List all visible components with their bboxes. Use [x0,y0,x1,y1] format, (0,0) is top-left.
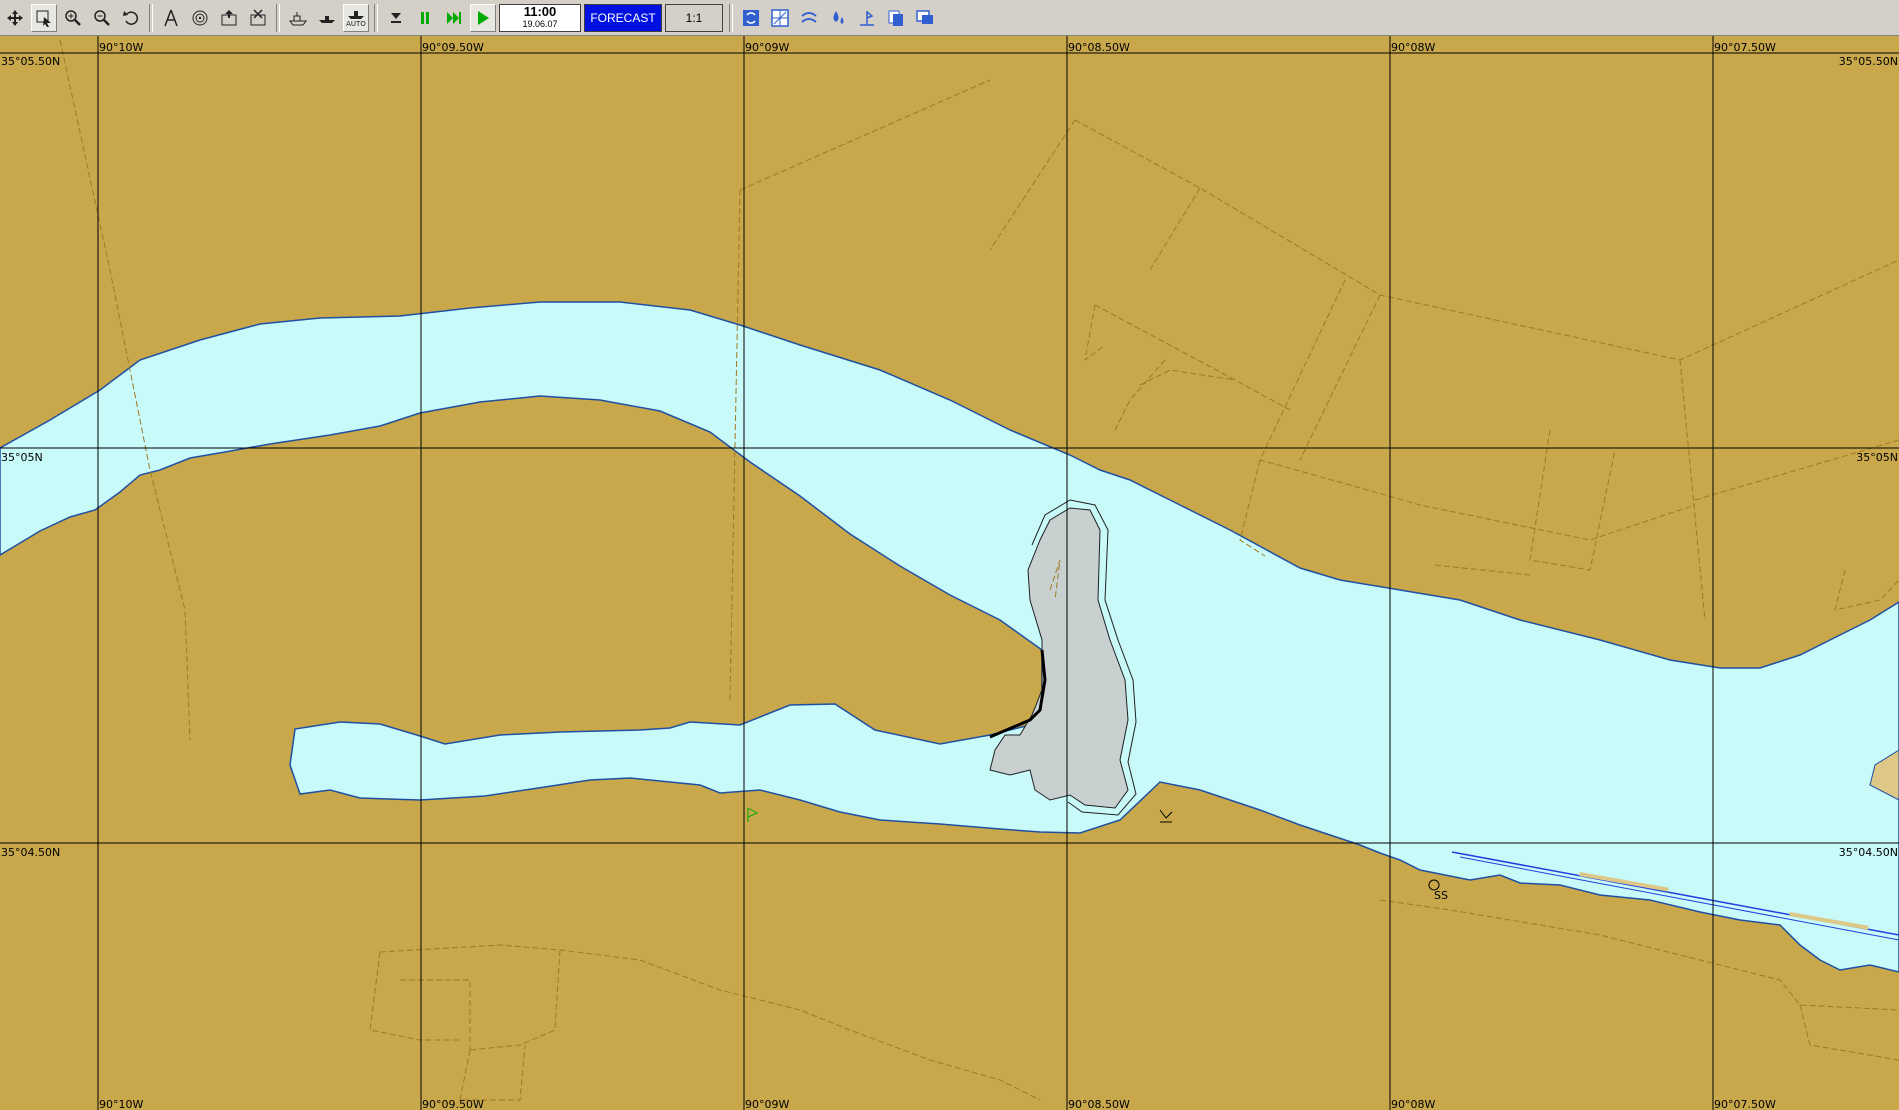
zoom-in-icon[interactable] [60,4,86,32]
lon-label: 90°08W [1391,1098,1435,1110]
play-icon[interactable] [470,3,496,32]
lon-label: 90°07.50W [1714,1098,1776,1110]
grid-icon[interactable] [767,4,793,32]
stop-icon[interactable] [383,4,409,32]
lon-label: 90°09.50W [422,41,484,54]
lat-label: 35°05N [1,451,43,464]
compass-icon[interactable] [158,4,184,32]
lat-label: 35°05.50N [1,55,60,68]
lon-label: 90°08W [1391,41,1435,54]
move-icon[interactable] [2,4,28,32]
auto-ship-icon[interactable]: AUTO [343,3,369,32]
lon-label: 90°07.50W [1714,41,1776,54]
pause-icon[interactable] [412,4,438,32]
lon-label: 90°09.50W [422,1098,484,1110]
undo-icon[interactable] [118,4,144,32]
window-icon[interactable] [912,4,938,32]
ship-icon[interactable] [285,4,311,32]
water-icon[interactable] [825,4,851,32]
scale-display[interactable]: 1:1 [665,3,723,32]
nautical-chart[interactable]: SS 90°10W 90°09.50W 90°09W 90°08.50W 90°… [0,36,1899,1110]
fast-forward-icon[interactable] [441,4,467,32]
wind-icon[interactable] [854,4,880,32]
lon-label: 90°09W [745,1098,789,1110]
refresh-icon[interactable] [738,4,764,32]
forecast-button[interactable]: FORECAST [584,3,662,32]
lat-label: 35°05.50N [1839,55,1898,68]
date-value: 19.06.07 [522,18,558,29]
toolbar: AUTO 11:00 19.06.07 FORECAST 1:1 [0,0,1899,36]
lon-label: 90°09W [745,41,789,54]
lon-label: 90°10W [99,1098,143,1110]
time-display[interactable]: 11:00 19.06.07 [499,3,581,32]
lat-label: 35°05N [1856,451,1898,464]
lon-label: 90°08.50W [1068,41,1130,54]
chart-load-icon[interactable] [216,4,242,32]
target-icon[interactable] [187,4,213,32]
chart-remove-icon[interactable] [245,4,271,32]
lat-label: 35°04.50N [1,846,60,859]
time-value: 11:00 [523,3,557,19]
weather-icon[interactable] [796,4,822,32]
select-icon[interactable] [31,3,57,32]
auto-label: AUTO [346,19,366,28]
lon-label: 90°10W [99,41,143,54]
lon-label: 90°08.50W [1068,1098,1130,1110]
ship-ahead-icon[interactable] [314,4,340,32]
station-symbol-label: SS [1434,889,1448,902]
layers-icon[interactable] [883,4,909,32]
zoom-out-icon[interactable] [89,4,115,32]
lat-label: 35°04.50N [1839,846,1898,859]
